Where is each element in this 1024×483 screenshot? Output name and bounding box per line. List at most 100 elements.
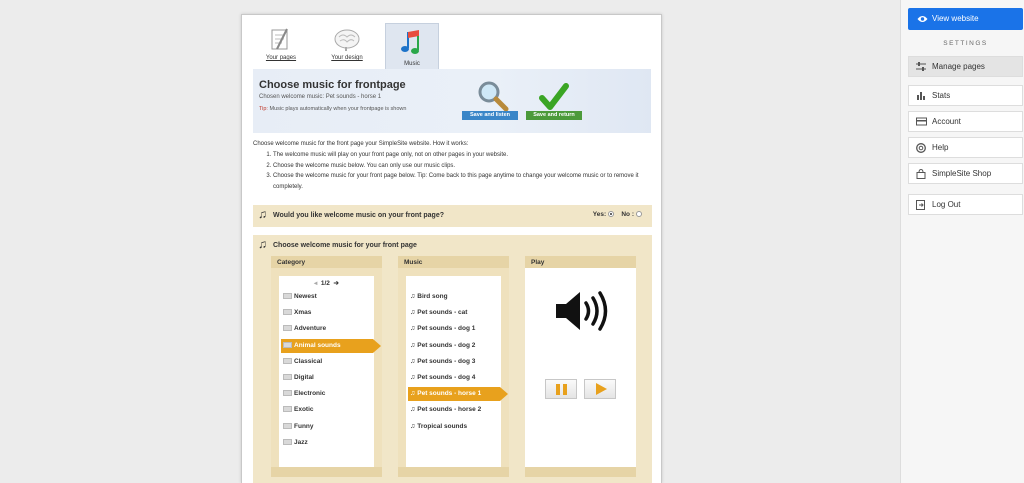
sidebar-item-stats[interactable]: Stats bbox=[908, 85, 1023, 106]
pager-prev-icon[interactable]: ◂ bbox=[314, 280, 317, 287]
brain-icon bbox=[334, 29, 360, 51]
save-and-return-button[interactable]: Save and return bbox=[526, 111, 582, 120]
track-item[interactable]: ♫ Pet sounds - dog 1 bbox=[408, 322, 500, 336]
category-item[interactable]: Exotic bbox=[281, 403, 373, 417]
play-footer bbox=[525, 467, 636, 477]
sidebar-item-account[interactable]: Account bbox=[908, 111, 1023, 132]
music-note-icon: ♫ bbox=[410, 293, 416, 300]
music-column: Music ♫ Bird song ♫ Pet sounds - cat ♫ Pet so… bbox=[398, 256, 509, 477]
logout-icon bbox=[916, 200, 925, 210]
pager-next-icon[interactable]: ➔ bbox=[334, 280, 339, 287]
sidebar-item-manage-pages[interactable]: Manage pages bbox=[908, 56, 1023, 77]
speaker-icon bbox=[556, 291, 608, 331]
track-label: Pet sounds - horse 2 bbox=[417, 406, 482, 414]
category-item[interactable]: Adventure bbox=[281, 322, 373, 336]
category-item[interactable]: Animal sounds bbox=[281, 338, 381, 353]
notepad-icon bbox=[271, 28, 288, 50]
music-note-icon: ♫ bbox=[410, 422, 416, 430]
track-item[interactable]: ♫ Pet sounds - dog 4 bbox=[408, 371, 500, 385]
tab-your-design[interactable]: Your design bbox=[320, 23, 374, 63]
music-note-icon: ♫ bbox=[258, 207, 267, 221]
play-button[interactable] bbox=[584, 379, 616, 399]
tip-text: Tip: Music plays automatically when your… bbox=[259, 106, 407, 112]
sidebar-item-label: Manage pages bbox=[932, 62, 985, 71]
music-note-icon: ♫ bbox=[410, 357, 416, 365]
music-note-icon: ♫ bbox=[410, 406, 416, 414]
music-notes-icon bbox=[401, 30, 419, 54]
music-note-icon: ♫ bbox=[410, 390, 416, 398]
magnifier-icon bbox=[478, 81, 509, 111]
track-label: Pet sounds - dog 1 bbox=[417, 325, 476, 333]
settings-heading: SETTINGS bbox=[943, 40, 988, 47]
tab-your-pages[interactable]: Your pages bbox=[254, 23, 308, 63]
category-item[interactable]: Classical bbox=[281, 355, 373, 369]
track-item[interactable]: ♫ Pet sounds - cat bbox=[408, 306, 500, 320]
sidebar-item-help[interactable]: Help bbox=[908, 137, 1023, 158]
save-and-listen-button[interactable]: Save and listen bbox=[462, 111, 518, 120]
track-item[interactable]: ♫ Bird song bbox=[408, 290, 500, 304]
category-label: Newest bbox=[294, 293, 317, 300]
track-item[interactable]: ♫ Tropical sounds bbox=[408, 420, 500, 434]
sidebar-item-label: Log Out bbox=[932, 200, 961, 209]
category-label: Animal sounds bbox=[294, 341, 341, 349]
sidebar-item-log-out[interactable]: Log Out bbox=[908, 194, 1023, 215]
category-label: Jazz bbox=[294, 438, 308, 446]
category-item[interactable]: Xmas bbox=[281, 306, 373, 320]
category-icon bbox=[283, 309, 292, 316]
credit-card-icon bbox=[916, 117, 927, 126]
player bbox=[525, 268, 636, 469]
track-item[interactable]: ♫ Pet sounds - horse 2 bbox=[408, 403, 500, 417]
track-list: ♫ Bird song ♫ Pet sounds - cat ♫ Pet sounds -… bbox=[406, 276, 508, 469]
lifebuoy-icon bbox=[916, 143, 926, 153]
tab-music[interactable]: Music bbox=[385, 23, 439, 69]
pager-text: 1/2 bbox=[320, 280, 330, 287]
no-label: No : bbox=[621, 211, 634, 218]
category-icon bbox=[283, 357, 292, 364]
track-label: Pet sounds - cat bbox=[417, 309, 468, 317]
category-label: Exotic bbox=[294, 406, 314, 414]
track-label: Pet sounds - dog 2 bbox=[417, 341, 476, 349]
category-item[interactable]: Digital bbox=[281, 371, 373, 385]
pause-button[interactable] bbox=[545, 379, 577, 399]
category-pager: ◂ 1/2 ➔ bbox=[279, 279, 374, 287]
view-website-button[interactable]: View website bbox=[908, 8, 1023, 30]
no-radio[interactable] bbox=[636, 211, 642, 217]
yes-no-options: Yes: No : bbox=[593, 211, 642, 218]
music-header: Choose music for frontpage Chosen welcom… bbox=[253, 69, 651, 133]
view-website-label: View website bbox=[932, 14, 979, 23]
sidebar-item-simplesite-shop[interactable]: SimpleSite Shop bbox=[908, 163, 1023, 184]
category-item[interactable]: Jazz bbox=[281, 436, 373, 450]
category-label: Digital bbox=[294, 374, 314, 381]
shopping-bag-icon bbox=[916, 169, 926, 179]
music-header: Music bbox=[398, 256, 509, 268]
yes-radio[interactable] bbox=[608, 211, 615, 217]
bar-chart-icon bbox=[917, 92, 925, 100]
category-item[interactable]: Funny bbox=[281, 420, 373, 434]
category-list: ◂ 1/2 ➔ Newest Xmas Adventure Animal sounds… bbox=[279, 276, 381, 469]
category-item[interactable]: Newest bbox=[281, 290, 373, 304]
sidebar-item-label: Account bbox=[932, 117, 961, 126]
category-icon bbox=[283, 390, 292, 397]
track-item[interactable]: ♫ Pet sounds - dog 2 bbox=[408, 339, 500, 353]
sidebar-item-label: Help bbox=[932, 143, 949, 152]
category-item[interactable]: Electronic bbox=[281, 387, 373, 401]
sidebar-item-label: SimpleSite Shop bbox=[932, 169, 992, 178]
checkmark-icon bbox=[539, 83, 569, 110]
music-footer bbox=[398, 467, 509, 477]
tab-label: Your design bbox=[331, 55, 363, 61]
sliders-icon bbox=[916, 62, 926, 71]
category-icon bbox=[283, 341, 292, 348]
category-label: Funny bbox=[294, 422, 314, 430]
track-label: Pet sounds - dog 4 bbox=[417, 374, 476, 381]
question-title: Would you like welcome music on your fro… bbox=[273, 212, 445, 219]
category-icon bbox=[283, 422, 292, 429]
track-item[interactable]: ♫ Pet sounds - dog 3 bbox=[408, 355, 500, 369]
track-item[interactable]: ♫ Pet sounds - horse 1 bbox=[408, 387, 508, 402]
category-footer bbox=[271, 467, 382, 477]
tab-label: Music bbox=[404, 61, 420, 67]
category-icon bbox=[283, 438, 292, 445]
play-header: Play bbox=[525, 256, 636, 268]
page-title: Choose music for frontpage bbox=[259, 79, 406, 91]
intro-step: Choose the welcome music for your front … bbox=[273, 171, 653, 193]
tab-label: Your pages bbox=[265, 55, 297, 61]
